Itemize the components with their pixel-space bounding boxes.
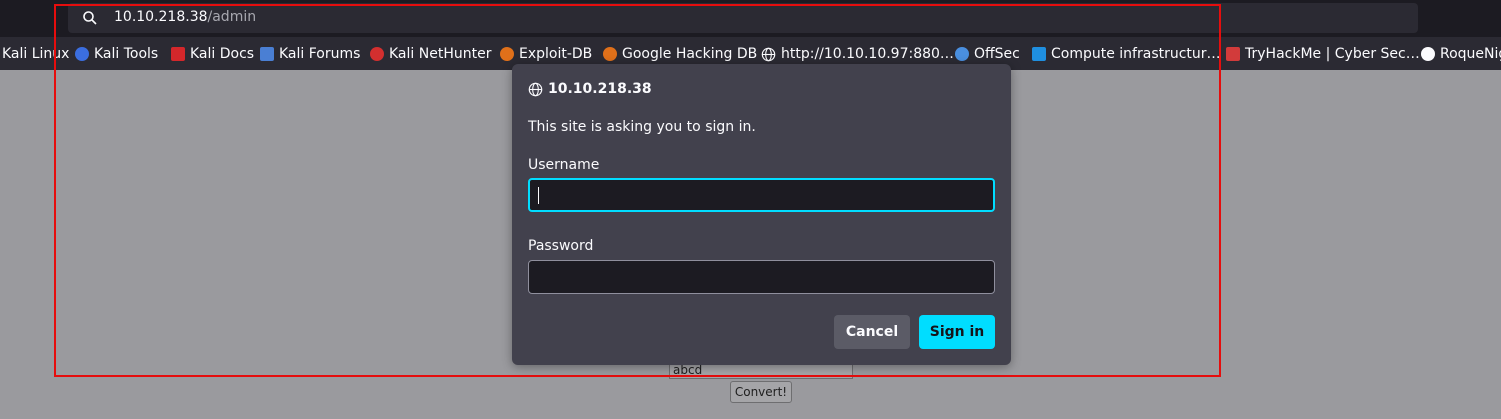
bookmark-kali-linux[interactable]: Kali Linux <box>2 45 69 63</box>
globe-icon <box>761 47 776 62</box>
bookmark-label: RoqueNig <box>1440 46 1501 62</box>
bookmark-kali-tools[interactable]: Kali Tools <box>75 45 158 63</box>
bookmark-offsec[interactable]: OffSec <box>955 45 1020 63</box>
bookmark-http-10-10-10-97[interactable]: http://10.10.10.97:880… <box>761 45 954 63</box>
nethunter-icon <box>370 47 384 61</box>
bookmark-label: Kali Tools <box>94 46 159 62</box>
text-caret <box>538 187 539 204</box>
bookmark-google-hacking-db[interactable]: Google Hacking DB <box>603 45 757 63</box>
sign-in-dialog: 10.10.218.38 This site is asking you to … <box>512 64 1011 365</box>
url-path: /admin <box>207 9 257 25</box>
toolbar: 10.10.218.38/admin <box>0 0 1501 37</box>
kali-forums-icon <box>260 47 274 61</box>
cancel-button[interactable]: Cancel <box>834 315 910 349</box>
kali-tools-icon <box>75 47 89 61</box>
address-bar[interactable]: 10.10.218.38/admin <box>68 3 1418 33</box>
bookmark-label: TryHackMe | Cyber Sec… <box>1245 46 1420 62</box>
dialog-message: This site is asking you to sign in. <box>528 119 756 135</box>
bookmark-label: Google Hacking DB <box>622 46 758 62</box>
azure-icon <box>1032 47 1046 61</box>
bookmark-kali-nethunter[interactable]: Kali NetHunter <box>370 45 491 63</box>
username-field[interactable] <box>528 178 995 212</box>
bookmark-label: Kali Docs <box>190 46 255 62</box>
bookmark-label: Kali Forums <box>279 46 361 62</box>
bookmark-label: http://10.10.10.97:880… <box>781 46 954 62</box>
password-label: Password <box>528 238 594 254</box>
ghdb-icon <box>603 47 617 61</box>
kali-docs-icon <box>171 47 185 61</box>
dialog-host-text: 10.10.218.38 <box>548 81 652 97</box>
address-bar-url[interactable]: 10.10.218.38/admin <box>114 9 256 25</box>
bookmark-label: Kali Linux <box>2 46 70 62</box>
bookmark-kali-docs[interactable]: Kali Docs <box>171 45 254 63</box>
exploit-db-icon <box>500 47 514 61</box>
dialog-host: 10.10.218.38 <box>528 81 652 97</box>
bookmark-compute-infrastructure[interactable]: Compute infrastructur… <box>1032 45 1221 63</box>
url-host: 10.10.218.38 <box>114 9 208 25</box>
bookmark-label: OffSec <box>974 46 1020 62</box>
bookmark-roquenig[interactable]: RoqueNig <box>1421 45 1501 63</box>
username-label: Username <box>528 157 600 173</box>
search-icon <box>82 10 98 26</box>
tryhackme-icon <box>1226 47 1240 61</box>
sign-in-button[interactable]: Sign in <box>919 315 995 349</box>
password-field[interactable] <box>528 260 995 294</box>
bookmark-tryhackme[interactable]: TryHackMe | Cyber Sec… <box>1226 45 1420 63</box>
offsec-icon <box>955 47 969 61</box>
globe-icon <box>528 82 543 96</box>
bookmark-label: Kali NetHunter <box>389 46 492 62</box>
bookmark-label: Exploit-DB <box>519 46 593 62</box>
github-icon <box>1421 47 1435 61</box>
bookmark-kali-forums[interactable]: Kali Forums <box>260 45 360 63</box>
convert-button[interactable]: Convert! <box>730 381 792 403</box>
bookmark-label: Compute infrastructur… <box>1051 46 1221 62</box>
bookmark-exploit-db[interactable]: Exploit-DB <box>500 45 592 63</box>
